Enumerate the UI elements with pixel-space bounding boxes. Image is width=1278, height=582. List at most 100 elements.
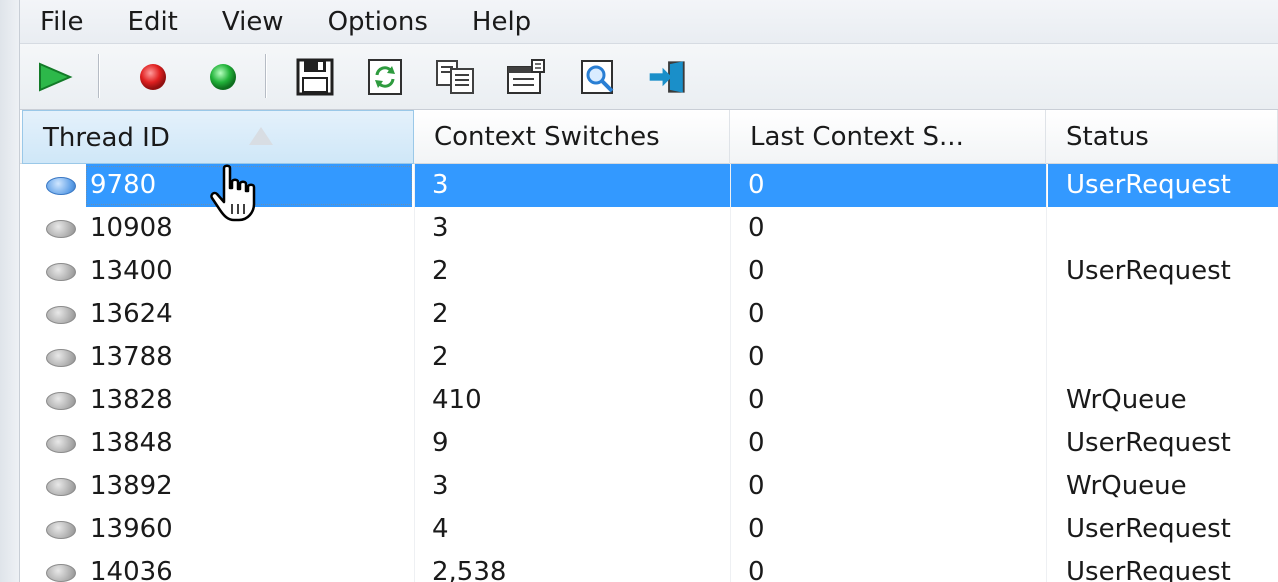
- cell-context-switches: 4: [432, 514, 449, 544]
- cell-last-context-switch: 0: [748, 514, 765, 544]
- toolbar-separator: [98, 54, 100, 98]
- thread-state-icon: [46, 306, 76, 324]
- cell-thread-id: 13960: [90, 514, 173, 544]
- stop-button[interactable]: [130, 54, 176, 100]
- cell-context-switches: 410: [432, 385, 482, 415]
- table-row[interactable]: 14036 2,538 0 UserRequest: [20, 551, 1278, 582]
- table-row[interactable]: 13828 410 0 WrQueue: [20, 379, 1278, 422]
- column-header-context-switches[interactable]: Context Switches: [414, 110, 730, 164]
- cell-status: WrQueue: [1066, 385, 1187, 415]
- cell-status: UserRequest: [1066, 557, 1231, 582]
- cell-status: [1066, 207, 1278, 250]
- play-icon: [39, 62, 73, 92]
- list-header: Thread ID Context Switches Last Context …: [20, 110, 1278, 164]
- cell-thread-id: 14036: [90, 557, 173, 582]
- cell-status: UserRequest: [1066, 514, 1231, 544]
- menu-options[interactable]: Options: [306, 0, 450, 44]
- copy-button[interactable]: [432, 54, 478, 100]
- table-row[interactable]: 13788 2 0: [20, 336, 1278, 379]
- cell-context-switches: 2: [432, 342, 449, 372]
- cell-last-context-switch: 0: [748, 428, 765, 458]
- menu-view[interactable]: View: [200, 0, 306, 44]
- find-icon: [581, 60, 614, 94]
- menu-help[interactable]: Help: [450, 0, 553, 44]
- menu-edit[interactable]: Edit: [106, 0, 200, 44]
- save-button[interactable]: [292, 54, 338, 100]
- cell-last-context-switch: 0: [748, 342, 765, 372]
- thread-state-icon: [46, 564, 76, 582]
- table-row[interactable]: 13624 2 0: [20, 293, 1278, 336]
- cell-last-context-switch: 0: [748, 213, 765, 243]
- thread-state-icon: [46, 392, 76, 410]
- hand-cursor-icon: [210, 164, 256, 222]
- column-divider: [414, 422, 415, 465]
- column-header-label: Status: [1066, 122, 1149, 152]
- cell-context-switches: 3: [432, 471, 449, 501]
- cell-last-context-switch: 0: [748, 557, 765, 582]
- red-record-icon: [140, 64, 166, 90]
- cell-last-context-switch: 0: [748, 170, 765, 200]
- cell-context-switches: 9: [432, 428, 449, 458]
- table-row[interactable]: 13892 3 0 WrQueue: [20, 465, 1278, 508]
- column-header-last-context-switch[interactable]: Last Context S...: [730, 110, 1046, 164]
- cell-thread-id: 13788: [90, 342, 173, 372]
- table-row[interactable]: 13400 2 0 UserRequest: [20, 250, 1278, 293]
- thread-state-icon: [46, 349, 76, 367]
- menu-bar: File Edit View Options Help: [20, 0, 1278, 44]
- cell-status: [1066, 336, 1278, 379]
- toolbar: [20, 44, 1278, 110]
- toolbar-separator: [265, 54, 267, 98]
- properties-button[interactable]: [504, 54, 550, 100]
- table-row[interactable]: 13960 4 0 UserRequest: [20, 508, 1278, 551]
- resume-button[interactable]: [200, 54, 246, 100]
- column-header-label: Last Context S...: [750, 122, 964, 152]
- cell-last-context-switch: 0: [748, 256, 765, 286]
- cell-last-context-switch: 0: [748, 385, 765, 415]
- column-divider: [414, 379, 415, 422]
- table-row[interactable]: 13848 9 0 UserRequest: [20, 422, 1278, 465]
- cell-thread-id: 13848: [90, 428, 173, 458]
- thread-state-icon: [46, 521, 76, 539]
- cell-context-switches: 2: [432, 256, 449, 286]
- menu-file[interactable]: File: [20, 0, 106, 44]
- column-header-thread-id[interactable]: Thread ID: [22, 110, 414, 164]
- refresh-icon: [368, 59, 402, 95]
- column-header-label: Thread ID: [43, 123, 170, 153]
- column-header-status[interactable]: Status: [1046, 110, 1278, 164]
- cell-last-context-switch: 0: [748, 299, 765, 329]
- cell-status: UserRequest: [1066, 170, 1231, 200]
- save-icon: [296, 58, 334, 96]
- cell-last-context-switch: 0: [748, 471, 765, 501]
- cell-thread-id: 13892: [90, 471, 173, 501]
- column-divider: [414, 207, 415, 250]
- cell-context-switches: 2: [432, 299, 449, 329]
- cell-status: WrQueue: [1066, 471, 1187, 501]
- cell-context-switches: 3: [432, 213, 449, 243]
- exit-button[interactable]: [646, 54, 692, 100]
- column-divider: [414, 336, 415, 379]
- window-left-edge: [0, 0, 20, 582]
- thread-state-icon: [46, 220, 76, 238]
- cell-thread-id: 13400: [90, 256, 173, 286]
- column-divider: [414, 293, 415, 336]
- column-divider: [414, 164, 415, 207]
- column-divider: [414, 551, 415, 582]
- thread-state-icon: [46, 263, 76, 281]
- cell-status: [1066, 293, 1278, 336]
- start-button[interactable]: [32, 54, 78, 100]
- column-header-label: Context Switches: [434, 122, 660, 152]
- copy-icon: [436, 60, 474, 94]
- cell-status: UserRequest: [1066, 428, 1231, 458]
- cell-thread-id: 13624: [90, 299, 173, 329]
- exit-icon: [649, 61, 685, 93]
- cell-status: UserRequest: [1066, 256, 1231, 286]
- refresh-button[interactable]: [362, 54, 408, 100]
- cell-context-switches: 3: [432, 170, 449, 200]
- thread-state-icon: [46, 478, 76, 496]
- green-record-icon: [210, 64, 236, 90]
- thread-state-icon: [46, 177, 76, 195]
- column-divider: [414, 508, 415, 551]
- find-button[interactable]: [576, 54, 622, 100]
- column-divider: [414, 250, 415, 293]
- cell-thread-id: 13828: [90, 385, 173, 415]
